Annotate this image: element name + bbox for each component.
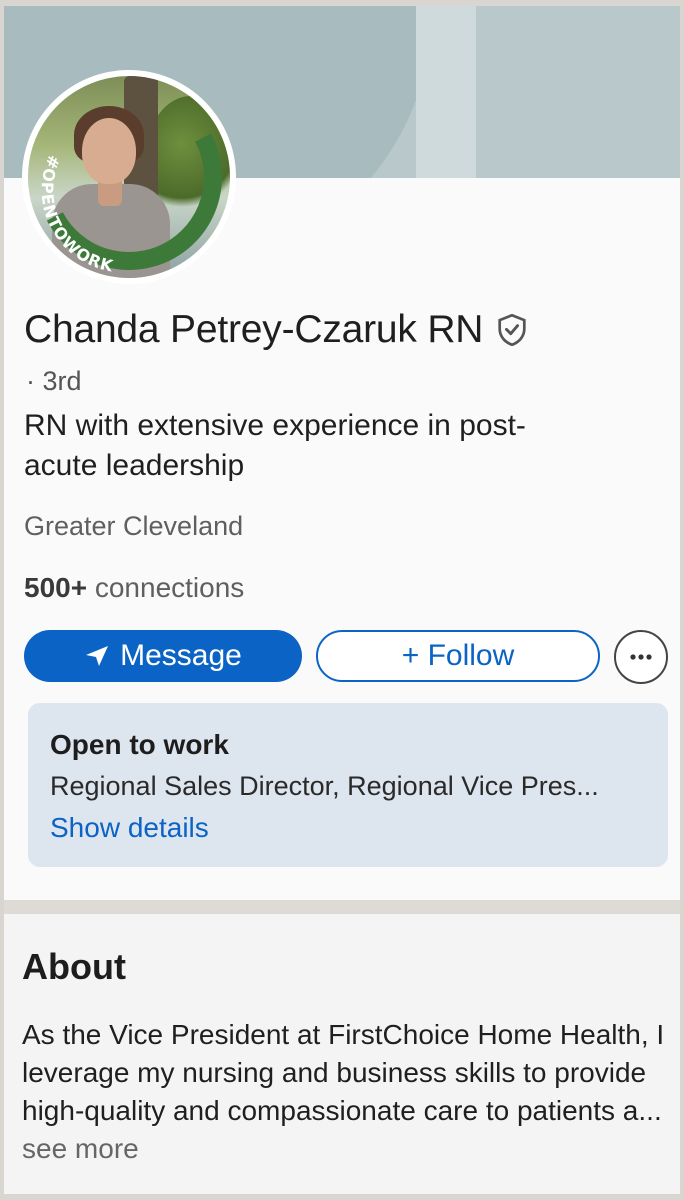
open-to-work-roles: Regional Sales Director, Regional Vice P…: [50, 771, 599, 801]
open-to-work-title: Open to work: [50, 729, 229, 760]
profile-location: Greater Cleveland: [24, 511, 244, 541]
about-body: As the Vice President at FirstChoice Hom…: [22, 1019, 665, 1126]
connections-label: connections: [94, 572, 245, 603]
about-text: As the Vice President at FirstChoice Hom…: [22, 1016, 672, 1168]
open-to-work-card[interactable]: Open to work Regional Sales Director, Re…: [28, 703, 668, 867]
open-to-work-frame: #OPENTOWORK: [38, 133, 222, 276]
open-to-work-frame-text: #OPENTOWORK: [38, 152, 115, 275]
connection-degree: · 3rd: [26, 366, 82, 396]
follow-button[interactable]: + Follow: [316, 630, 600, 682]
more-actions-button[interactable]: [614, 630, 668, 684]
see-more-link[interactable]: see more: [22, 1133, 139, 1164]
profile-headline: RN with extensive experience in post-acu…: [24, 409, 526, 482]
avatar[interactable]: #OPENTOWORK: [22, 70, 236, 284]
svg-text:#OPENTOWORK: #OPENTOWORK: [38, 152, 116, 275]
show-details-link[interactable]: Show details: [50, 812, 209, 844]
banner-band: [416, 6, 476, 178]
section-divider: [4, 900, 680, 914]
about-title: About: [22, 946, 126, 987]
profile-screen: #OPENTOWORK Chanda Petrey-Czaruk RN · 3r…: [4, 6, 680, 1194]
more-dots-icon: [630, 654, 652, 660]
send-icon: [86, 646, 109, 666]
connections-count[interactable]: 500+ connections: [24, 572, 244, 604]
connections-number: 500+: [24, 572, 88, 603]
profile-photo: #OPENTOWORK: [28, 76, 230, 278]
about-section: About As the Vice President at FirstChoi…: [4, 914, 680, 1194]
follow-button-label: + Follow: [401, 639, 515, 672]
verified-shield-icon[interactable]: [497, 314, 527, 346]
profile-name: Chanda Petrey-Czaruk RN: [24, 308, 484, 351]
message-button[interactable]: Message: [24, 630, 302, 682]
name-row: Chanda Petrey-Czaruk RN: [24, 308, 527, 352]
message-button-label: Message: [120, 639, 242, 672]
